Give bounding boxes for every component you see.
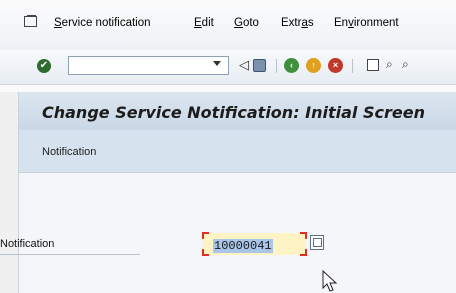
toolbar-separator [352,59,353,73]
menu-bar: Service notification Edit Goto Extras En… [0,0,456,50]
search-help-icon[interactable] [310,235,324,250]
page-title: Change Service Notification: Initial Scr… [42,103,425,122]
mouse-cursor-icon [322,270,338,292]
separator-strip [0,85,456,92]
back-green-icon[interactable]: ‹ [284,58,299,73]
required-marker [300,232,307,239]
chevron-down-icon[interactable] [213,61,221,66]
application-toolbar: Notification [19,130,456,173]
title-bar: Change Service Notification: Initial Scr… [19,92,456,130]
toolbar-separator [276,59,277,73]
required-marker [300,249,307,256]
system-menu-icon[interactable] [24,15,37,27]
notification-label: Notification [0,238,55,250]
menu-edit[interactable]: Edit [194,17,214,29]
notification-value: 10000041 [213,239,273,253]
command-field[interactable] [68,56,229,75]
menu-environment[interactable]: Environment [334,17,399,29]
notification-button[interactable]: Notification [42,146,96,158]
print-icon[interactable] [367,59,379,71]
exit-icon[interactable]: ↑ [306,58,321,73]
required-marker [202,249,209,256]
save-icon[interactable] [253,59,266,72]
label-underline [0,254,140,255]
menu-extras[interactable]: Extras [281,17,314,29]
find-next-icon[interactable]: ⌕ [402,57,409,72]
standard-toolbar: ✔ ◁ ‹ ↑ × ⌕ ⌕ [0,50,456,85]
menu-goto[interactable]: Goto [234,17,259,29]
find-icon[interactable]: ⌕ [386,57,393,72]
cancel-icon[interactable]: × [328,58,343,73]
back-icon[interactable]: ◁ [239,57,249,73]
required-marker [202,232,209,239]
enter-icon[interactable]: ✔ [37,59,51,73]
notification-input[interactable]: 10000041 [202,232,307,256]
menu-service-notification[interactable]: Service notification [54,17,151,29]
